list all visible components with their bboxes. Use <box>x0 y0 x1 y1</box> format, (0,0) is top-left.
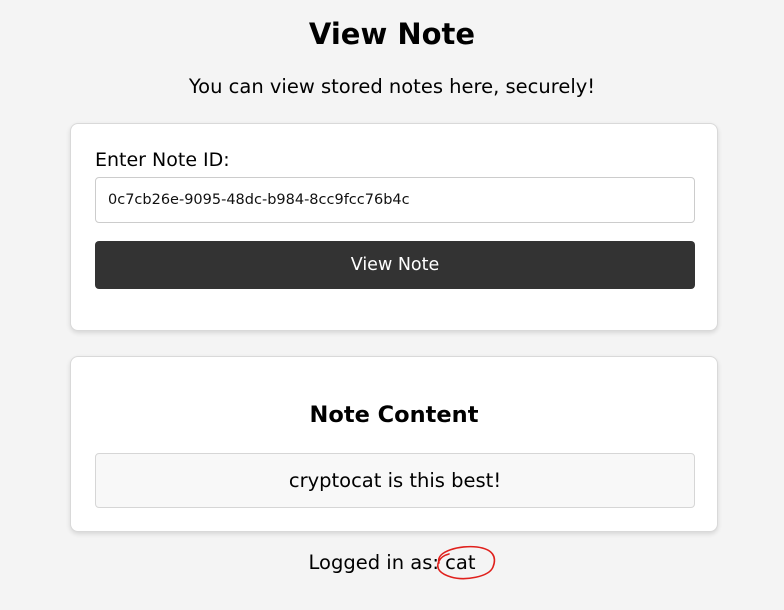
logged-in-label: Logged in as: <box>308 551 439 574</box>
note-content-heading: Note Content <box>309 402 479 428</box>
view-note-button[interactable]: View Note <box>95 241 695 289</box>
note-content-text: cryptocat is this best! <box>95 453 695 508</box>
note-id-label: Enter Note ID: <box>95 149 230 171</box>
username-wrapper: cat <box>437 545 496 580</box>
page-title: View Note <box>308 17 476 51</box>
username: cat <box>445 551 476 574</box>
note-content-card: Note Content cryptocat is this best! <box>70 356 718 532</box>
page-subtitle: You can view stored notes here, securely… <box>188 75 596 98</box>
note-id-form-card: Enter Note ID: View Note <box>70 123 718 331</box>
logged-in-status: Logged in as: cat <box>0 545 784 580</box>
note-id-input[interactable] <box>95 177 695 223</box>
